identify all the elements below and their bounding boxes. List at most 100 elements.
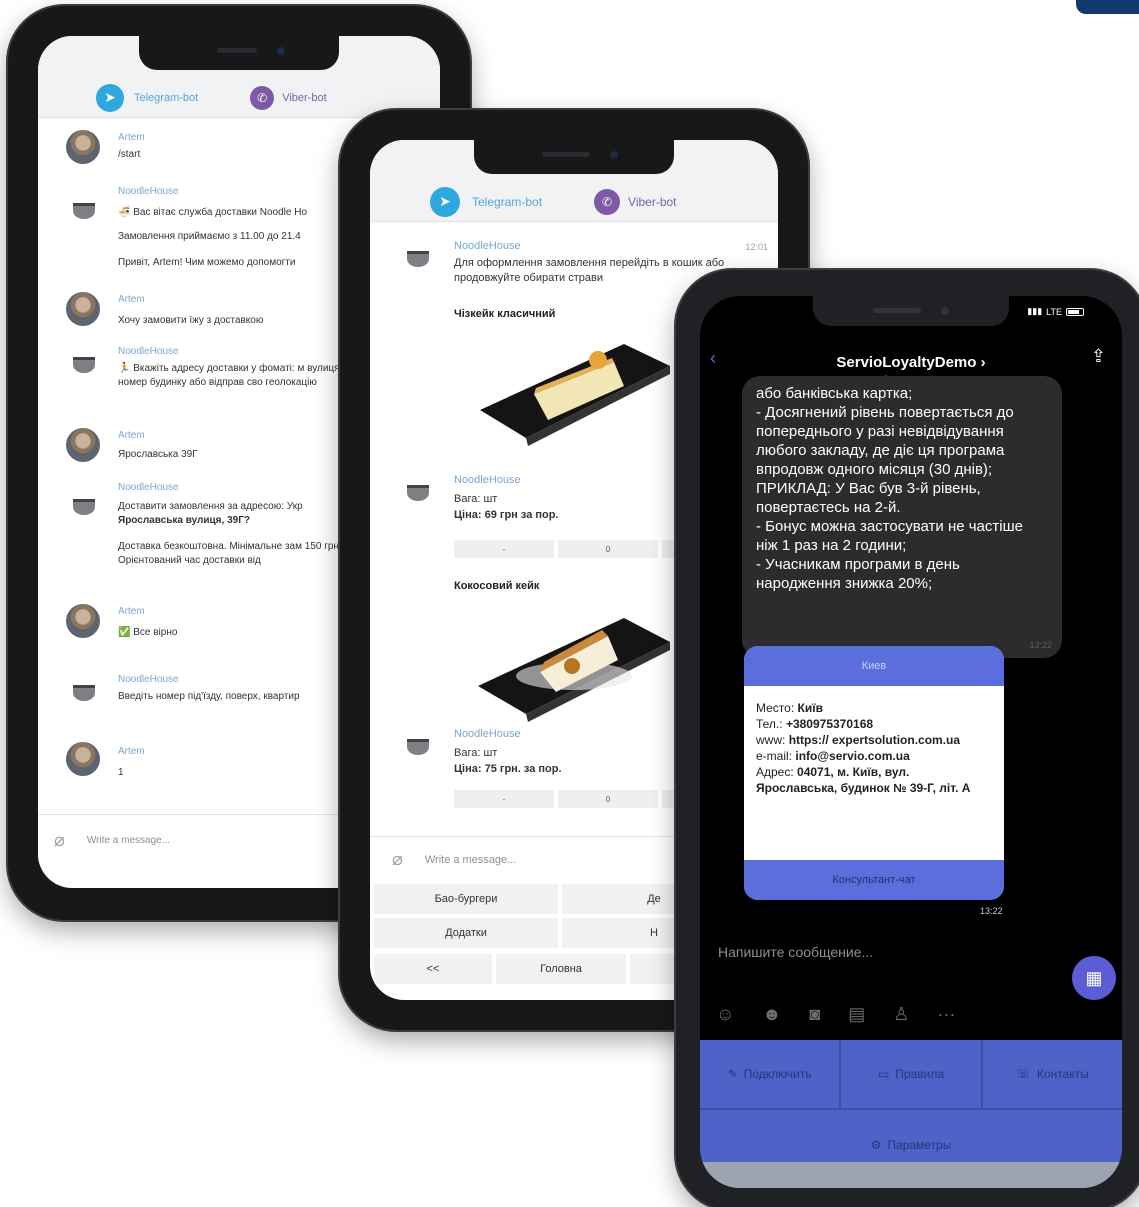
sender-name: NoodleHouse: [118, 186, 179, 197]
message-text: 1: [118, 767, 124, 778]
input-toolbar: ☺ ☻ ◙ ▤ ♙ ···: [716, 1004, 955, 1025]
noodlehouse-logo: [66, 348, 102, 384]
telegram-bot-link[interactable]: ➤ Telegram-bot: [96, 83, 198, 112]
decrease-button[interactable]: -: [454, 540, 554, 558]
battery-icon: [1066, 307, 1084, 316]
emoji-icon[interactable]: ☻: [762, 1004, 781, 1025]
message-time: 13:22: [1029, 640, 1052, 650]
message-text: 🍜 Вас вітає служба доставки Noodle Ho: [118, 207, 307, 218]
avatar: [66, 130, 100, 164]
quantity-stepper: - 0: [454, 540, 692, 558]
noodlehouse-logo: [400, 242, 436, 278]
notch: [139, 36, 339, 70]
sender-name: NoodleHouse: [454, 474, 521, 486]
more-icon[interactable]: ···: [937, 1004, 955, 1025]
message-text: Привіт, Artem! Чим можемо допомогти: [118, 257, 296, 268]
gear-icon: ⚙: [870, 1138, 882, 1152]
notch: [813, 296, 1009, 326]
avatar: [66, 428, 100, 462]
viber-icon: ✆: [594, 188, 621, 215]
message-text: Введіть номер під'їзду, поверх, квартир: [118, 691, 300, 702]
sticker-icon[interactable]: ☺: [716, 1004, 734, 1025]
paperclip-icon[interactable]: ⌀: [54, 830, 65, 851]
message-text: Доставка безкоштовна. Мінімальне зам 150…: [118, 541, 342, 566]
camera-icon[interactable]: ◙: [809, 1004, 820, 1025]
message-text: Замовлення приймаємо з 11.00 до 21.4: [118, 231, 301, 242]
viber-icon: ✆: [250, 85, 275, 110]
mention-icon[interactable]: ♙: [893, 1004, 909, 1025]
dish-weight: Вага: шт: [454, 493, 498, 505]
dish-price: Ціна: 69 грн за пор.: [454, 509, 559, 521]
sender-name: NoodleHouse: [118, 346, 179, 357]
message-text: Хочу замовити їжу з доставкою: [118, 315, 264, 326]
card-header-button[interactable]: Киев: [744, 646, 1004, 686]
bot-keyboard: ✎ Подключить ▭ Правила ☏ Контакты ⚙ Параметр…: [700, 1040, 1122, 1188]
contact-card: Киев Место: Київ Тел.: +380975370168 www…: [744, 646, 1004, 900]
phone-icon: ☏: [1015, 1067, 1031, 1081]
dish-title: Чізкейк класичний: [454, 308, 556, 320]
keyboard-bottom-bar: [700, 1162, 1122, 1188]
dish-title: Кокосовий кейк: [454, 580, 540, 592]
message-time: 12:01: [745, 242, 768, 252]
noodlehouse-logo: [66, 194, 102, 230]
sender-name: Artem: [118, 746, 145, 757]
phone3-screen: ▮▮▮ LTE ‹ ⇪ ServioLoyaltyDemo › 2 подпис…: [700, 296, 1122, 1188]
noodlehouse-logo: [66, 676, 102, 712]
viber-bot-link[interactable]: ✆ Viber-bot: [594, 188, 677, 215]
sender-name: Artem: [118, 430, 145, 441]
coconut-cake-image: [478, 618, 670, 722]
paperclip-icon[interactable]: ⌀: [392, 849, 403, 870]
email-link[interactable]: info@servio.com.ua: [795, 749, 909, 763]
message-text: Доставити замовлення за адресою: Укр: [118, 501, 303, 512]
menu-button-extras[interactable]: Додатки: [374, 918, 558, 948]
decrease-button[interactable]: -: [454, 790, 554, 808]
avatar: [66, 742, 100, 776]
pen-icon: ✎: [727, 1067, 738, 1081]
notebook-icon: ▭: [877, 1067, 890, 1081]
sender-name: NoodleHouse: [118, 482, 179, 493]
noodlehouse-logo: [400, 476, 436, 512]
corner-badge: [1076, 0, 1139, 14]
message-time: 13:22: [980, 906, 1003, 916]
message-text: 🏃 Вкажіть адресу доставки у фоматі: м ву…: [118, 363, 343, 388]
sender-name: NoodleHouse: [454, 728, 521, 740]
message-text: або банківська картка; - Досягнений ріве…: [756, 385, 1023, 592]
sender-name: Artem: [118, 132, 145, 143]
telegram-bot-link[interactable]: ➤ Telegram-bot: [430, 186, 542, 217]
contacts-button[interactable]: ☏ Контакты: [983, 1040, 1122, 1108]
connect-button[interactable]: ✎ Подключить: [700, 1040, 842, 1108]
home-button[interactable]: Головна: [496, 954, 626, 984]
telegram-icon: ➤: [430, 186, 460, 217]
menu-button-bao-burgers[interactable]: Бао-бургери: [374, 884, 558, 914]
message-bubble: або банківська картка; - Досягнений ріве…: [742, 376, 1062, 658]
sender-name: Artem: [118, 294, 145, 305]
avatar: [66, 604, 100, 638]
sender-name: NoodleHouse: [454, 240, 521, 252]
message-text: /start: [118, 149, 141, 160]
quantity-stepper: - 0: [454, 790, 692, 808]
message-text: Ярославська 39Г: [118, 449, 198, 460]
bot-keyboard-icon[interactable]: ▦: [1072, 956, 1116, 1000]
quantity-count: 0: [558, 540, 658, 558]
message-input[interactable]: Write a message...: [425, 854, 652, 866]
chat-title[interactable]: ServioLoyaltyDemo ›: [700, 354, 1122, 371]
signal-icon: ▮▮▮: [1027, 306, 1043, 316]
cheesecake-image: [480, 344, 670, 446]
quantity-count: 0: [558, 790, 658, 808]
consultant-chat-button[interactable]: Консультант-чат: [744, 860, 1004, 900]
gif-icon[interactable]: ▤: [848, 1004, 865, 1025]
phone-viber-chat: ▮▮▮ LTE ‹ ⇪ ServioLoyaltyDemo › 2 подпис…: [676, 270, 1139, 1207]
rules-button[interactable]: ▭ Правила: [841, 1040, 983, 1108]
sender-name: NoodleHouse: [118, 674, 179, 685]
sender-name: Artem: [118, 606, 145, 617]
viber-bot-link[interactable]: ✆ Viber-bot: [250, 85, 327, 110]
dish-price: Ціна: 75 грн. за пор.: [454, 763, 562, 775]
website-link[interactable]: https:// expertsolution.com.ua: [789, 733, 960, 747]
noodlehouse-logo: [400, 730, 436, 766]
message-input[interactable]: Write a message...: [87, 835, 316, 846]
back-button[interactable]: <<: [374, 954, 492, 984]
status-bar: ▮▮▮ LTE: [1027, 306, 1084, 317]
message-input[interactable]: Напишите сообщение...: [718, 944, 873, 960]
avatar: [66, 292, 100, 326]
telegram-icon: ➤: [96, 83, 124, 112]
